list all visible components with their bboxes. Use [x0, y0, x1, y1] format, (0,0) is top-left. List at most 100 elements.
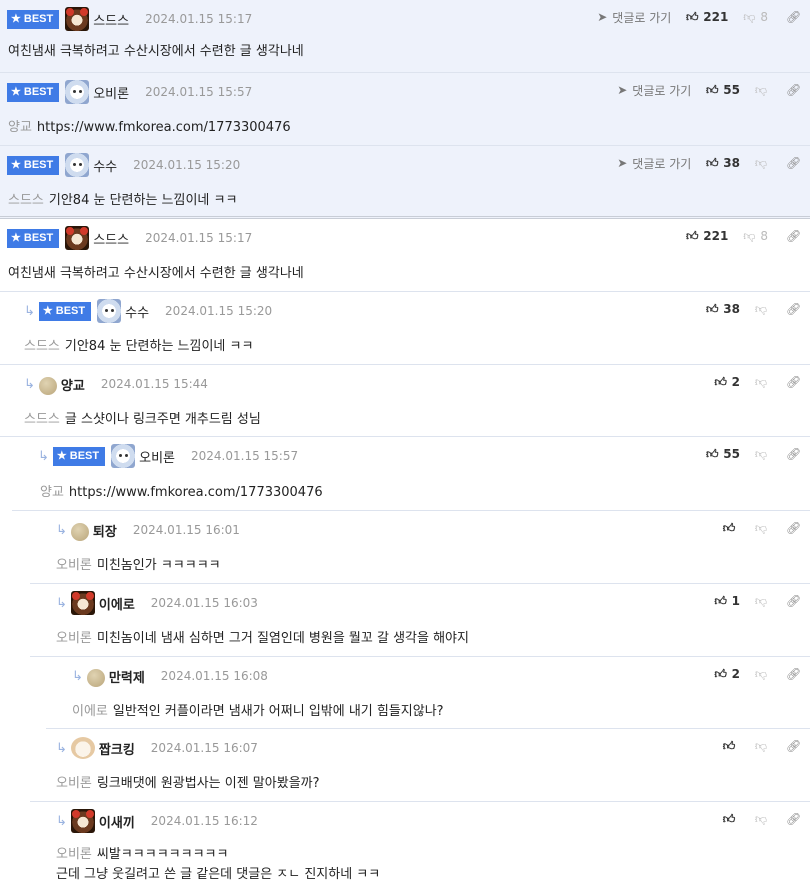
upvote-button[interactable]: 👍︎ 2 — [714, 375, 740, 389]
link-icon[interactable]: 🔗︎ — [786, 375, 801, 389]
reply-target[interactable]: 양교 — [8, 120, 32, 135]
best-badge: ★ BEST — [52, 446, 106, 466]
nickname[interactable]: 짭크킹 — [99, 739, 135, 758]
reply-target[interactable]: 오비론 — [56, 631, 92, 646]
nickname[interactable]: 양교 — [61, 375, 85, 394]
downvote-button[interactable]: 👎︎ — [754, 302, 768, 316]
nickname[interactable]: 수수 — [125, 302, 149, 321]
downvote-button[interactable]: 👎︎ — [754, 812, 768, 826]
reply-target[interactable]: 오비론 — [56, 776, 92, 791]
nickname[interactable]: 스드스 — [93, 10, 129, 29]
thumbs-down-icon: 👎︎ — [743, 10, 756, 24]
comment-item: ↳ ★ BEST 수수 2024.01.15 15:20 👍︎ 38 👎︎ 🔗︎ 스… — [0, 292, 810, 365]
thumbs-down-icon: 👎︎ — [754, 447, 768, 461]
comment-date: 2024.01.15 16:01 — [132, 523, 240, 537]
upvote-button[interactable]: 👍︎ 2 — [714, 667, 740, 681]
link-icon[interactable]: 🔗︎ — [786, 10, 801, 24]
upvote-button[interactable]: 👍︎ 38 — [705, 156, 740, 170]
thumbs-up-icon: 👍︎ — [722, 739, 736, 753]
upvote-button[interactable]: 👍︎ 55 — [705, 83, 740, 97]
comment-text: 이에로 일반적인 커플이라면 냄새가 어쩌니 입밖에 내기 힘들지않나? — [72, 704, 444, 719]
star-icon: ★ — [11, 231, 21, 244]
nickname[interactable]: 스드스 — [93, 229, 129, 248]
downvote-button[interactable]: 👎︎ — [754, 667, 768, 681]
avatar[interactable] — [70, 809, 95, 833]
comment-link[interactable]: https://www.fmkorea.com/1773300476 — [69, 485, 323, 500]
upvote-button[interactable]: 👍︎ — [722, 812, 740, 826]
avatar[interactable] — [70, 591, 95, 615]
comment-link[interactable]: https://www.fmkorea.com/1773300476 — [37, 120, 291, 135]
avatar[interactable] — [111, 444, 136, 468]
upvote-button[interactable]: 👍︎ 221 — [685, 229, 728, 243]
link-icon[interactable]: 🔗︎ — [786, 739, 801, 753]
star-icon: ★ — [11, 12, 21, 25]
nickname[interactable]: 수수 — [93, 156, 117, 175]
reply-target[interactable]: 오비론 — [56, 558, 92, 573]
thumbs-up-icon: 👍︎ — [722, 521, 736, 535]
reply-target[interactable]: 양교 — [40, 485, 64, 500]
link-icon[interactable]: 🔗︎ — [786, 229, 801, 243]
link-icon[interactable]: 🔗︎ — [786, 667, 801, 681]
goto-comment-link[interactable]: ➤ 댓글로 가기 — [595, 9, 671, 26]
upvote-button[interactable]: 👍︎ 38 — [705, 302, 740, 316]
downvote-button[interactable]: 👎︎ 8 — [742, 229, 768, 243]
upvote-button[interactable]: 👍︎ 55 — [705, 447, 740, 461]
reply-target[interactable]: 스드스 — [24, 412, 60, 427]
downvote-button[interactable]: 👎︎ — [754, 375, 768, 389]
thumbs-down-icon: 👎︎ — [754, 156, 768, 170]
avatar[interactable] — [97, 299, 122, 323]
link-icon[interactable]: 🔗︎ — [786, 83, 801, 97]
thumbs-down-icon: 👎︎ — [754, 302, 768, 316]
reply-target[interactable]: 스드스 — [24, 339, 60, 354]
nickname[interactable]: 이새끼 — [99, 812, 135, 831]
star-icon: ★ — [42, 304, 53, 317]
nickname[interactable]: 오비론 — [93, 83, 129, 102]
upvote-button[interactable]: 👍︎ — [722, 739, 740, 753]
best-comment: ★ BEST 수수 2024.01.15 15:20 ➤ 댓글로 가기 👍︎ 38 👎… — [0, 146, 810, 219]
avatar[interactable] — [70, 522, 89, 541]
reply-arrow-icon: ↳ — [38, 448, 49, 464]
link-icon[interactable]: 🔗︎ — [786, 156, 801, 170]
nickname[interactable]: 오비론 — [139, 447, 175, 466]
avatar[interactable] — [65, 153, 90, 177]
link-icon[interactable]: 🔗︎ — [786, 302, 801, 316]
goto-comment-link[interactable]: ➤ 댓글로 가기 — [615, 155, 691, 172]
upvote-button[interactable]: 👍︎ 1 — [714, 594, 740, 608]
thumbs-up-icon: 👍︎ — [706, 83, 719, 97]
avatar[interactable] — [65, 7, 90, 31]
downvote-button[interactable]: 👎︎ — [754, 521, 768, 535]
thumbs-up-icon: 👍︎ — [706, 447, 719, 461]
downvote-button[interactable]: 👎︎ — [754, 83, 768, 97]
avatar[interactable] — [86, 668, 105, 687]
comment-item: ↳ 이새끼 2024.01.15 16:12 👍︎ 👎︎ 🔗︎ 오비론 씨발ㅋㅋㅋ… — [30, 802, 810, 894]
best-comments-section: ★ BEST 스드스 2024.01.15 15:17 ➤ 댓글로 가기 👍︎ 221… — [0, 0, 810, 219]
downvote-button[interactable]: 👎︎ — [754, 156, 768, 170]
downvote-button[interactable]: 👎︎ — [754, 447, 768, 461]
downvote-button[interactable]: 👎︎ — [754, 594, 768, 608]
link-icon[interactable]: 🔗︎ — [786, 812, 801, 826]
downvote-button[interactable]: 👎︎ 8 — [742, 10, 768, 24]
avatar[interactable] — [38, 376, 57, 395]
reply-target[interactable]: 오비론 — [56, 847, 92, 862]
link-icon[interactable]: 🔗︎ — [786, 521, 801, 535]
reply-arrow-icon: ↳ — [24, 303, 35, 319]
avatar[interactable] — [65, 226, 90, 250]
comment-date: 2024.01.15 15:20 — [133, 158, 241, 172]
goto-comment-link[interactable]: ➤ 댓글로 가기 — [615, 82, 691, 99]
nickname[interactable]: 만력제 — [109, 667, 145, 686]
link-icon[interactable]: 🔗︎ — [786, 594, 801, 608]
reply-arrow-icon: ↳ — [56, 740, 67, 756]
reply-arrow-icon: ↳ — [24, 376, 35, 392]
nickname[interactable]: 이에로 — [99, 594, 135, 613]
reply-target[interactable]: 이에로 — [72, 704, 108, 719]
avatar[interactable] — [65, 80, 90, 104]
link-icon[interactable]: 🔗︎ — [786, 447, 801, 461]
thumbs-down-icon: 👎︎ — [754, 594, 768, 608]
upvote-button[interactable]: 👍︎ 221 — [685, 10, 728, 24]
avatar[interactable] — [70, 737, 95, 759]
reply-target[interactable]: 스드스 — [8, 193, 44, 208]
upvote-button[interactable]: 👍︎ — [722, 521, 740, 535]
nickname[interactable]: 퇴장 — [93, 521, 117, 540]
comment-text: 오비론 미친놈이네 냄새 심하면 그거 질염인데 병원을 뭘꼬 갈 생각을 해야지 — [56, 631, 469, 646]
downvote-button[interactable]: 👎︎ — [754, 739, 768, 753]
